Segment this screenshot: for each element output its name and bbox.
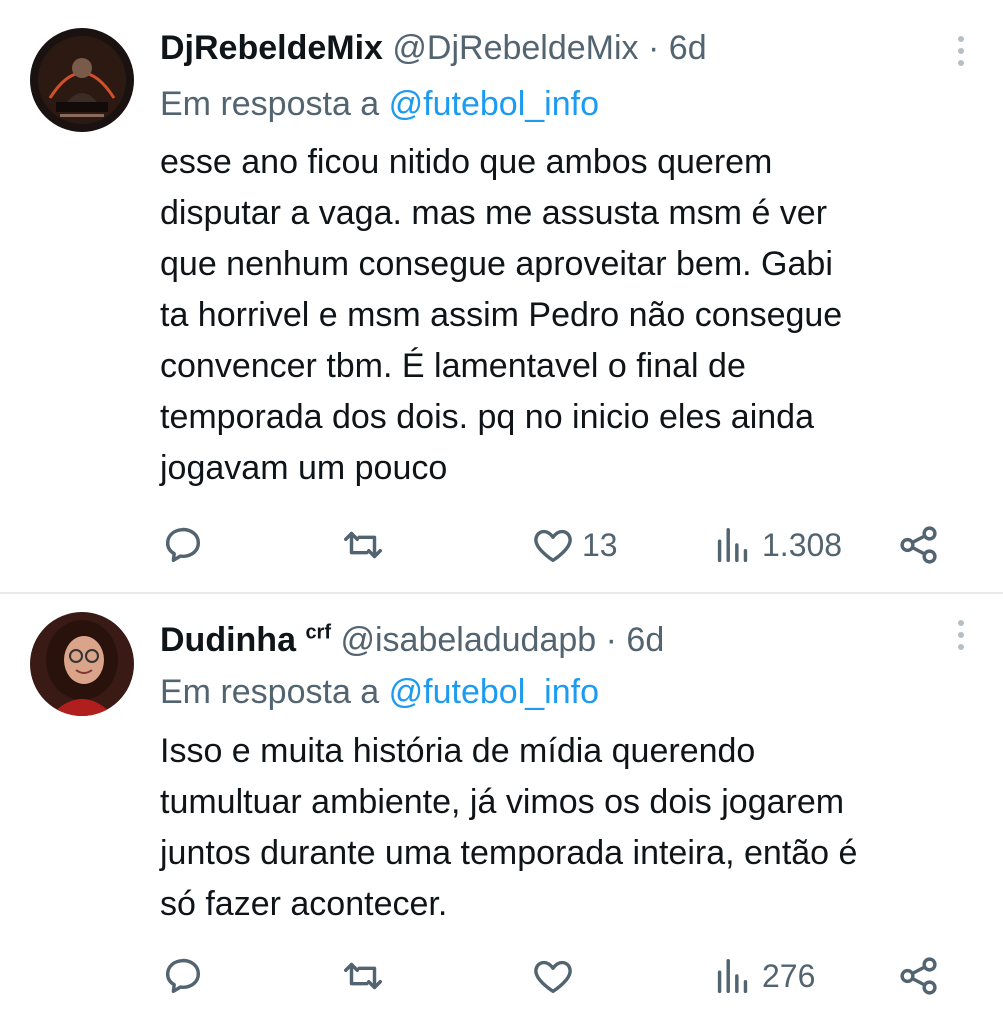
user-handle[interactable]: @isabeladudapb [340,621,596,659]
retweet-icon [344,962,382,990]
display-name[interactable]: Dudinha [160,621,296,659]
separator-dot: · [648,29,660,67]
views-count: 1.308 [762,526,843,563]
reply-context: Em resposta a @futebol_info [160,672,599,712]
display-name[interactable]: DjRebeldeMix [160,29,383,67]
name-badge: crf [305,621,332,644]
like-count: 13 [582,526,618,563]
comment-icon [165,958,201,994]
like-button[interactable]: 13 [530,520,618,570]
reply-prefix: Em resposta a [160,85,380,123]
views-icon [717,958,748,994]
heart-icon [534,960,572,994]
tweet-text: Isso e muita história de mídia querendo … [160,726,960,930]
tweet-text-line: juntos durante uma temporada inteira, en… [160,834,858,872]
tweet-text-line: ta horrivel e msm assim Pedro não conseg… [160,296,843,334]
tweet-header: DjRebeldeMix @DjRebeldeMix · 6d [160,28,933,68]
tweet[interactable]: Dudinha crf @isabeladudapb · 6d Em respo… [0,594,1003,1024]
tweet-text: esse ano ficou nitido que ambos querem d… [160,137,960,494]
tweet-text-line: jogavam um pouco [160,449,448,487]
reply-mention-link[interactable]: @futebol_info [389,85,599,123]
reply-button[interactable] [160,520,206,570]
tweet-text-line: tumultuar ambiente, já vimos os dois jog… [160,783,845,821]
avatar[interactable] [30,612,134,716]
avatar[interactable] [30,28,134,132]
tweet-header: Dudinha crf @isabeladudapb · 6d [160,620,933,660]
action-bar: 13 1.308 [160,520,950,570]
reply-context: Em resposta a @futebol_info [160,84,599,124]
tweet-text-line: convencer tbm. É lamentavel o final de [160,347,746,385]
share-button[interactable] [896,951,942,1001]
views-button[interactable]: 1.308 [710,520,842,570]
share-icon [900,526,937,564]
reply-button[interactable] [160,951,206,1001]
views-icon [717,527,748,563]
share-icon [900,957,937,995]
views-count: 276 [762,957,816,994]
action-bar: 276 [160,951,950,1001]
retweet-button[interactable] [340,520,386,570]
separator-dot: · [605,621,617,659]
views-button[interactable]: 276 [710,951,815,1001]
like-button[interactable] [530,951,582,1001]
tweet-text-line: disputar a vaga. mas me assusta msm é ve… [160,194,828,232]
reply-prefix: Em resposta a [160,673,380,711]
user-handle[interactable]: @DjRebeldeMix [392,29,638,67]
tweet-text-line: esse ano ficou nitido que ambos querem [160,143,773,181]
tweet-text-line: Isso e muita história de mídia querendo [160,732,756,770]
timestamp[interactable]: 6d [669,29,707,67]
share-button[interactable] [896,520,942,570]
tweet-text-line: temporada dos dois. pq no inicio eles ai… [160,398,814,436]
retweet-button[interactable] [340,951,386,1001]
retweet-icon [344,531,382,559]
more-vertical-icon[interactable] [955,620,967,660]
timestamp[interactable]: 6d [626,621,664,659]
reply-mention-link[interactable]: @futebol_info [389,673,599,711]
tweet-text-line: que nenhum consegue aproveitar bem. Gabi [160,245,833,283]
heart-icon [534,529,572,563]
comment-icon [165,527,201,563]
tweet[interactable]: DjRebeldeMix @DjRebeldeMix · 6d Em respo… [0,0,1003,592]
tweet-text-line: só fazer acontecer. [160,885,448,923]
more-vertical-icon[interactable] [955,36,967,76]
